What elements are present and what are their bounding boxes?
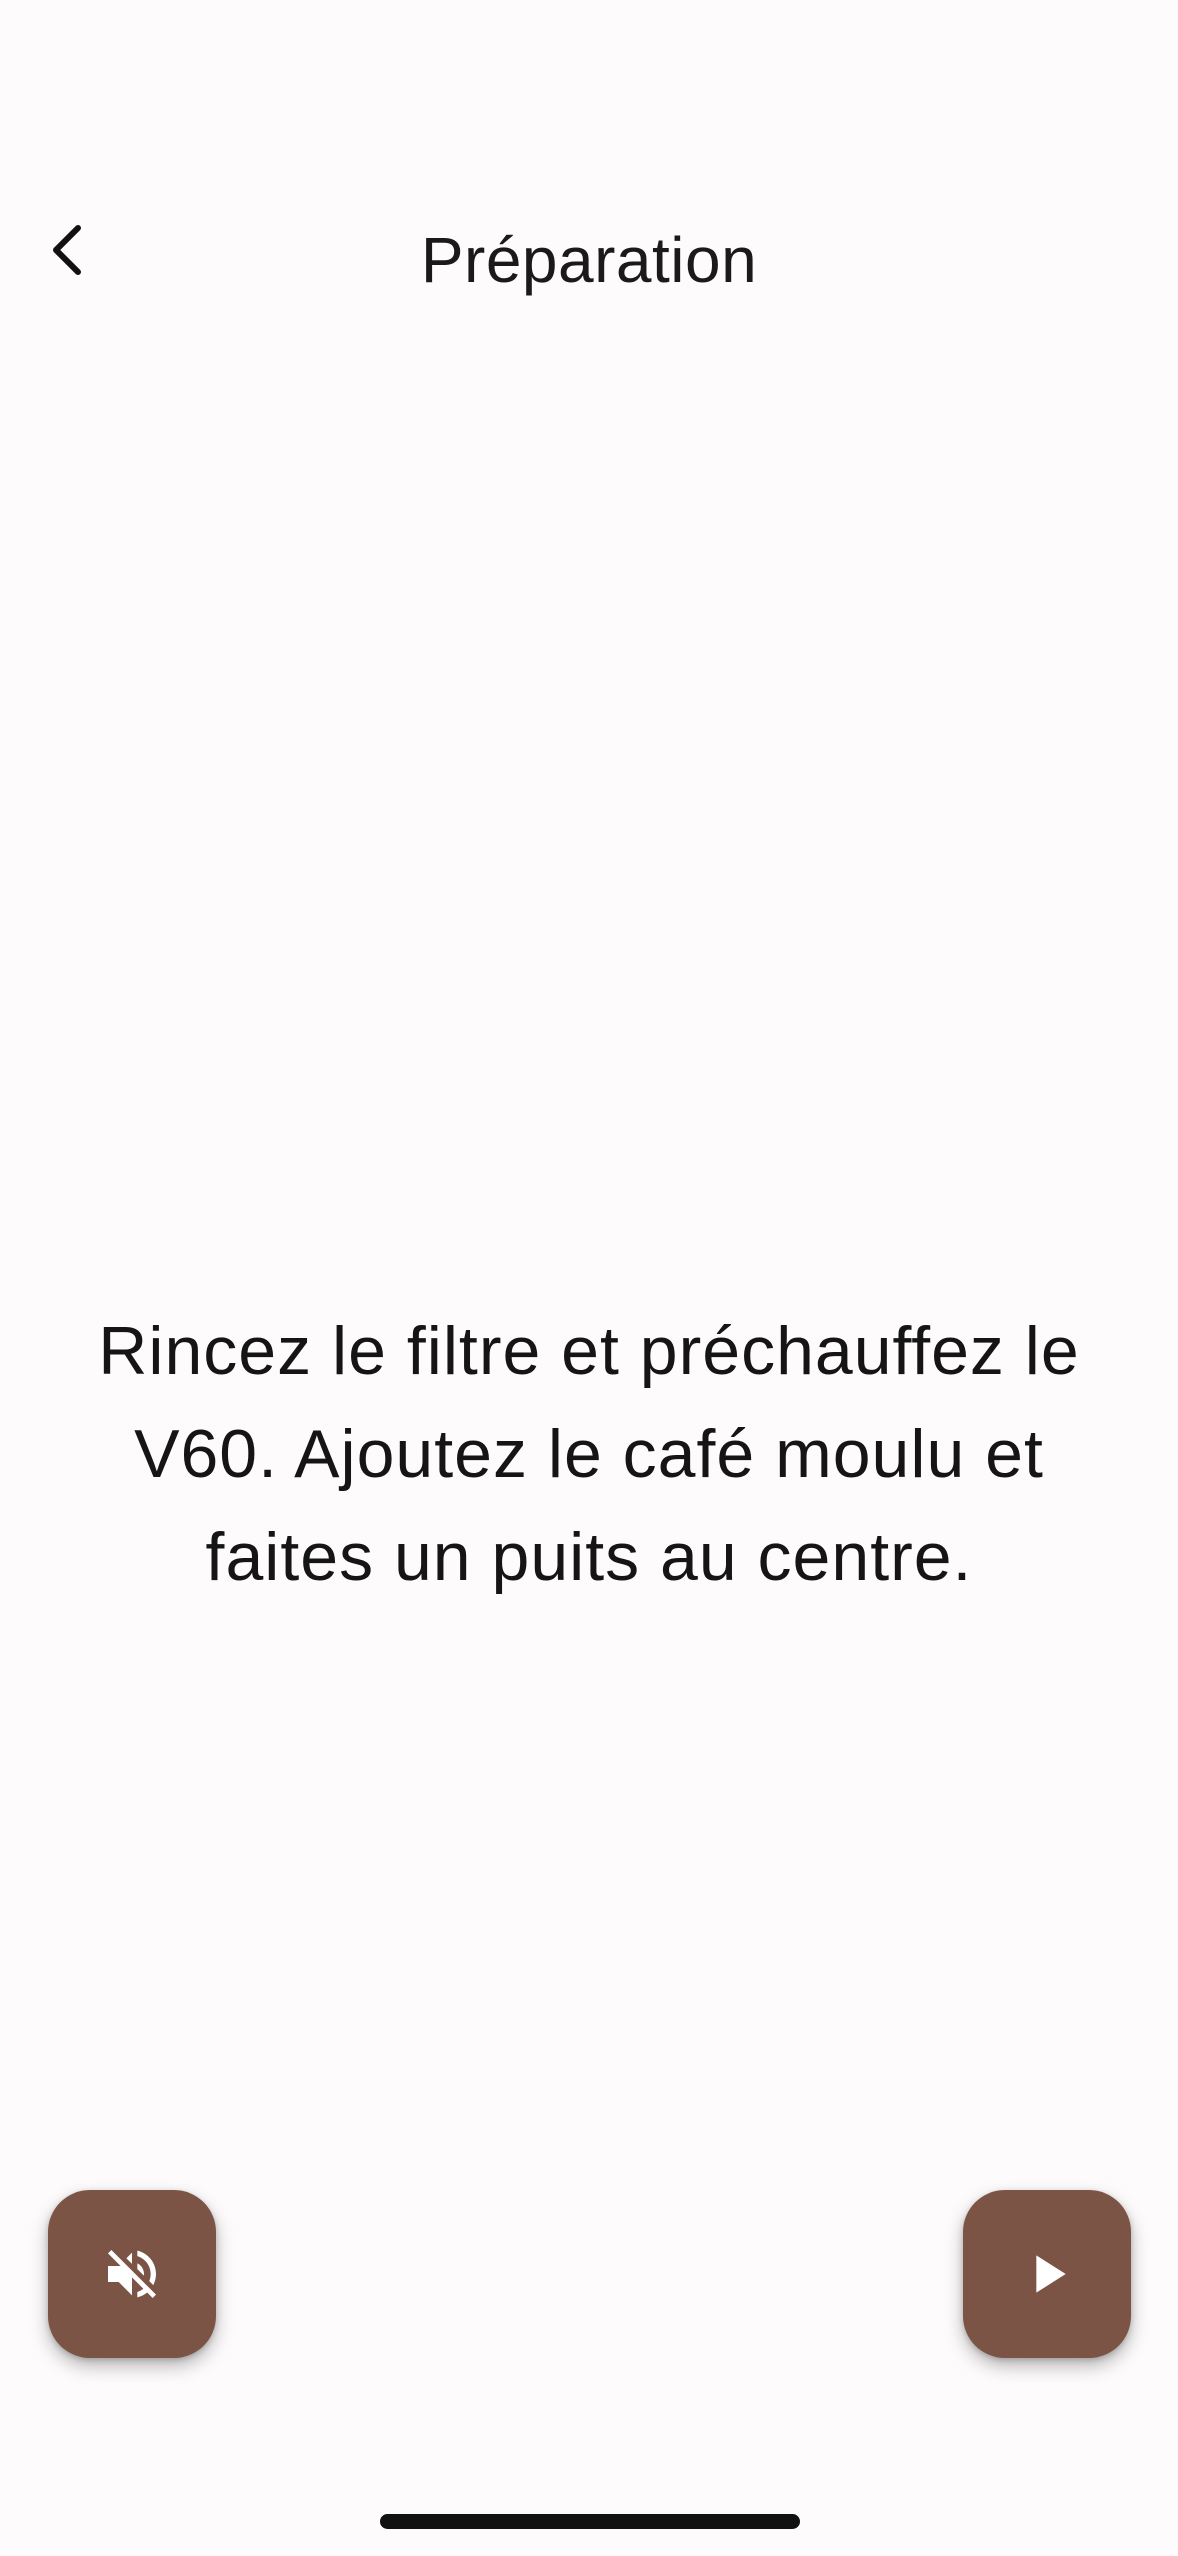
play-button[interactable] [963, 2190, 1131, 2358]
page-title: Préparation [420, 224, 758, 296]
mute-button[interactable] [48, 2190, 216, 2358]
volume-off-icon [108, 2250, 156, 2298]
play-icon [1036, 2255, 1066, 2293]
app-bar: Préparation [0, 170, 1178, 350]
instruction-text: Rincez le filtre et préchauffez le V60. … [98, 1313, 1080, 1595]
home-indicator[interactable] [380, 2514, 800, 2529]
